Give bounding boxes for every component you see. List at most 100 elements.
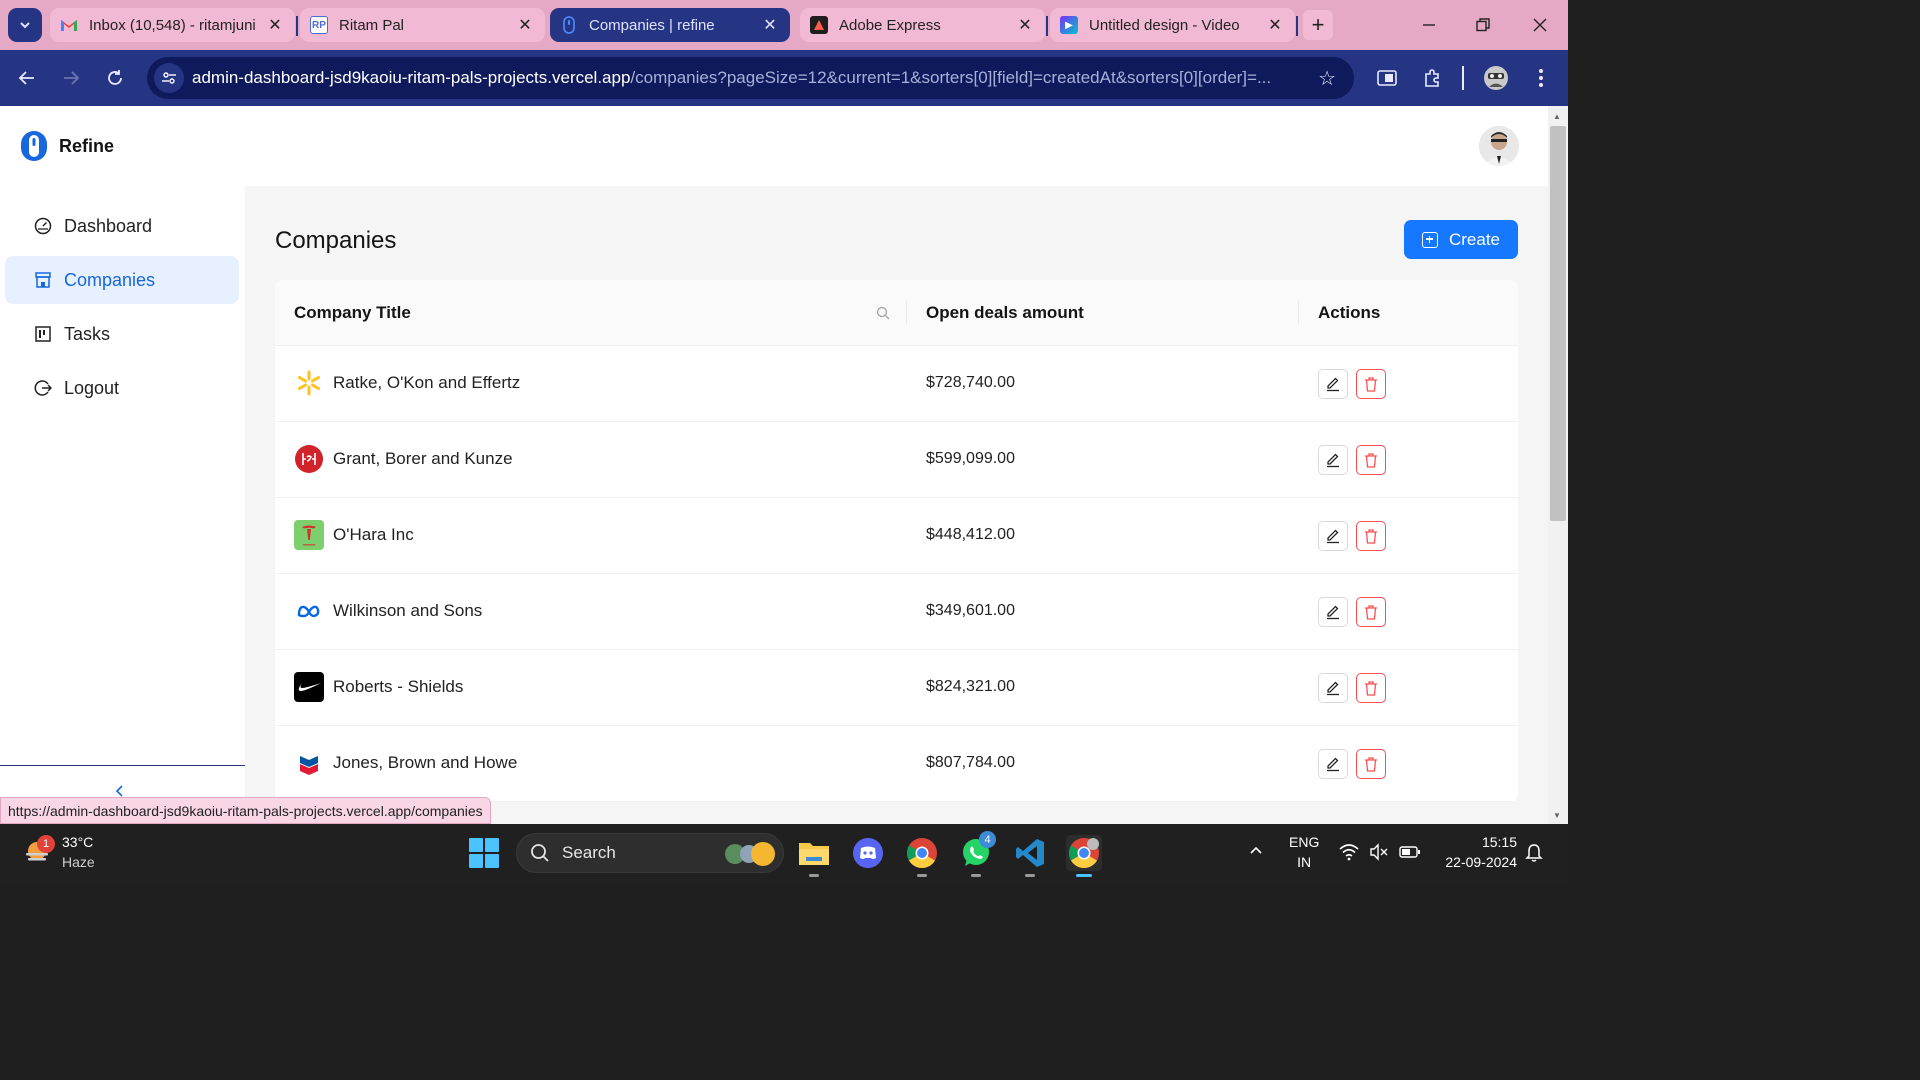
bookmark-star-icon[interactable]: ☆ (1318, 66, 1336, 91)
scrollbar-thumb[interactable] (1550, 126, 1566, 521)
site-info-button[interactable] (154, 63, 184, 93)
back-button[interactable] (13, 64, 41, 92)
running-indicator (917, 874, 927, 877)
delete-button[interactable] (1356, 673, 1386, 703)
column-header-actions: Actions (1318, 303, 1381, 322)
link-preview-status: https://admin-dashboard-jsd9kaoiu-ritam-… (0, 797, 491, 824)
main-content: Companies Create Company Title Open deal… (245, 186, 1548, 824)
browser-tab-gmail[interactable]: Inbox (10,548) - ritamjuni ✕ (50, 8, 295, 42)
sidebar-divider (0, 765, 245, 766)
close-tab-icon[interactable]: ✕ (1265, 15, 1285, 35)
chrome-app[interactable] (904, 835, 940, 877)
forward-button[interactable] (57, 64, 85, 92)
sidebar-item-companies[interactable]: Companies (5, 256, 239, 304)
search-label: Search (562, 843, 616, 862)
vscode-icon (1016, 839, 1044, 867)
sidebar-item-logout[interactable]: Logout (5, 364, 239, 412)
close-tab-icon[interactable]: ✕ (760, 15, 780, 35)
tab-title: Untitled design - Video (1089, 16, 1240, 34)
table-row: Grant, Borer and Kunze $599,099.00 (275, 422, 1518, 498)
web-page: Refine Dashboard Companies Tasks Logout … (0, 106, 1548, 824)
chrome-profile-app[interactable] (1066, 835, 1102, 877)
sidebar-item-dashboard[interactable]: Dashboard (5, 202, 239, 250)
reading-mode-button[interactable] (1373, 64, 1401, 92)
browser-tab-companies-refine[interactable]: Companies | refine ✕ (550, 8, 790, 42)
edit-button[interactable] (1318, 597, 1348, 627)
show-hidden-icons-button[interactable] (1248, 842, 1264, 861)
language-indicator[interactable]: ENG IN (1289, 832, 1319, 872)
restore-button[interactable] (1468, 10, 1498, 40)
file-explorer-app[interactable] (796, 835, 832, 877)
scroll-down-icon[interactable]: ▼ (1553, 811, 1561, 820)
browser-tab-adobe-express[interactable]: Adobe Express ✕ (800, 8, 1045, 42)
delete-button[interactable] (1356, 369, 1386, 399)
delete-button[interactable] (1356, 749, 1386, 779)
weather-widget[interactable]: 1 33°C Haze (22, 832, 95, 872)
browser-tab-canva-video[interactable]: ▶ Untitled design - Video ✕ (1050, 8, 1295, 42)
wifi-icon (1339, 844, 1359, 861)
column-search-button[interactable] (876, 306, 890, 325)
vscode-app[interactable] (1012, 835, 1048, 877)
close-icon (1533, 18, 1547, 32)
minimize-button[interactable] (1414, 10, 1444, 40)
folder-icon (799, 843, 829, 865)
bell-icon (1525, 844, 1543, 862)
edit-button[interactable] (1318, 673, 1348, 703)
delete-button[interactable] (1356, 597, 1386, 627)
page-scrollbar[interactable]: ▲ ▼ (1548, 106, 1568, 824)
deal-amount: $349,601.00 (926, 602, 1015, 619)
browser-tab-strip: Inbox (10,548) - ritamjuni ✕ RP Ritam Pa… (0, 0, 1568, 50)
browser-menu-button[interactable] (1527, 64, 1555, 92)
close-tab-icon[interactable]: ✕ (265, 15, 285, 35)
reload-icon (108, 70, 122, 85)
sidebar-item-tasks[interactable]: Tasks (5, 310, 239, 358)
delete-button[interactable] (1356, 445, 1386, 475)
app-logo[interactable]: Refine (20, 130, 114, 162)
edit-button[interactable] (1318, 445, 1348, 475)
edit-icon (1327, 681, 1339, 696)
notification-center-button[interactable] (1524, 842, 1544, 865)
windows-start-icon[interactable] (469, 838, 499, 868)
close-tab-icon[interactable]: ✕ (515, 15, 535, 35)
create-button[interactable]: Create (1404, 220, 1518, 259)
network-volume-battery[interactable] (1339, 843, 1421, 864)
trash-icon (1365, 377, 1377, 392)
app-header: Refine (0, 106, 1548, 186)
reload-button[interactable] (101, 64, 129, 92)
address-bar[interactable]: admin-dashboard-jsd9kaoiu-ritam-pals-pro… (147, 57, 1354, 99)
create-button-label: Create (1448, 229, 1501, 249)
company-cell: Roberts - Shields (294, 672, 463, 702)
battery-icon (1399, 846, 1420, 858)
system-clock[interactable]: 15:15 22-09-2024 (1437, 832, 1517, 872)
discord-app[interactable] (850, 835, 886, 871)
tab-search-button[interactable] (8, 8, 42, 42)
sidebar-item-label: Tasks (64, 323, 111, 344)
sidebar-item-label: Logout (64, 377, 120, 398)
browser-tab-ritam-pal[interactable]: RP Ritam Pal ✕ (300, 8, 545, 42)
edit-button[interactable] (1318, 521, 1348, 551)
taskbar-search-box[interactable]: Search (516, 833, 784, 873)
volume-muted-icon (1370, 843, 1388, 861)
running-indicator (1076, 874, 1092, 877)
tab-title: Companies | refine (589, 16, 715, 34)
profile-site-icon: RP (310, 16, 328, 34)
edit-button[interactable] (1318, 369, 1348, 399)
close-tab-icon[interactable]: ✕ (1015, 15, 1035, 35)
language-code: ENG (1289, 834, 1320, 850)
edit-button[interactable] (1318, 749, 1348, 779)
profile-avatar-button[interactable] (1482, 64, 1510, 92)
companies-table: Company Title Open deals amount Actions … (275, 280, 1518, 802)
new-tab-button[interactable]: + (1303, 10, 1333, 40)
tab-title: Adobe Express (839, 16, 941, 34)
whatsapp-app[interactable]: 4 (958, 831, 996, 877)
clock-time: 15:15 (1481, 834, 1517, 850)
close-window-button[interactable] (1525, 10, 1555, 40)
scroll-up-icon[interactable]: ▲ (1553, 112, 1561, 121)
delete-button[interactable] (1356, 521, 1386, 551)
logout-icon (34, 379, 52, 397)
chevron-left-icon (115, 785, 123, 797)
running-indicator (1025, 874, 1035, 877)
extensions-button[interactable] (1418, 64, 1446, 92)
user-avatar[interactable] (1479, 126, 1519, 166)
table-row: Roberts - Shields $824,321.00 (275, 650, 1518, 726)
